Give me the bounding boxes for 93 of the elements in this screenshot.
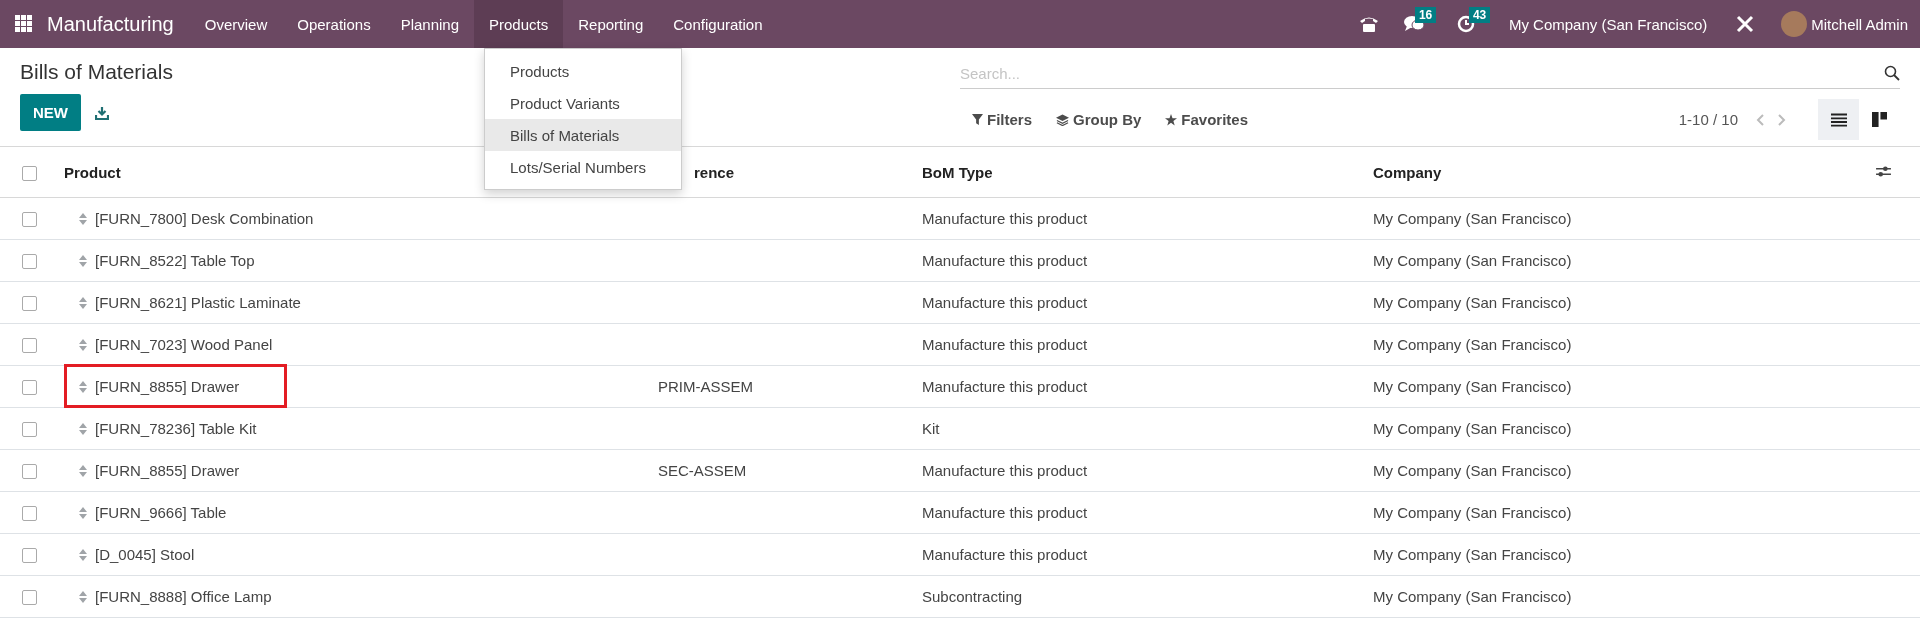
product-cell: [FURN_9666] Table — [95, 504, 227, 521]
download-icon[interactable] — [95, 105, 109, 120]
product-cell: [FURN_8855] Drawer — [95, 462, 240, 479]
message-count-badge: 16 — [1414, 7, 1437, 23]
column-header[interactable]: BoM Type — [922, 163, 993, 181]
previous-page-icon[interactable] — [1756, 113, 1764, 126]
bom-type-cell: Manufacture this product — [922, 336, 1088, 353]
company-cell: My Company (San Francisco) — [1373, 378, 1572, 395]
menu-item[interactable]: Operations — [282, 0, 386, 48]
company-switcher[interactable]: My Company (San Francisco) — [1508, 15, 1708, 33]
row-checkbox[interactable] — [22, 212, 37, 228]
row-checkbox[interactable] — [22, 464, 37, 480]
company-cell: My Company (San Francisco) — [1373, 462, 1572, 479]
row-checkbox[interactable] — [22, 338, 37, 354]
menu-item[interactable]: Overview — [189, 0, 283, 48]
bom-type-cell: Manufacture this product — [922, 210, 1088, 227]
company-cell: My Company (San Francisco) — [1373, 420, 1572, 437]
product-cell: [FURN_78236] Table Kit — [95, 420, 257, 437]
user-avatar[interactable] — [1781, 11, 1808, 37]
row-checkbox[interactable] — [22, 380, 37, 396]
drag-handle-icon[interactable] — [79, 380, 87, 393]
reference-cell: PRIM-ASSEM — [658, 378, 753, 395]
row-checkbox[interactable] — [22, 548, 37, 564]
select-all-checkbox[interactable] — [22, 165, 37, 181]
reference-cell: SEC-ASSEM — [658, 462, 747, 479]
drag-handle-icon[interactable] — [79, 548, 87, 561]
bom-type-cell: Kit — [922, 420, 940, 437]
clock-icon[interactable] — [1456, 15, 1475, 33]
menu-item[interactable]: Configuration — [658, 0, 778, 48]
breadcrumb-title: Bills of Materials — [20, 60, 173, 84]
dropdown-item[interactable]: Products — [485, 55, 682, 87]
product-cell: [FURN_8522] Table Top — [95, 252, 255, 269]
product-cell: [FURN_7023] Wood Panel — [95, 336, 273, 353]
drag-handle-icon[interactable] — [79, 464, 87, 477]
drag-handle-icon[interactable] — [79, 506, 87, 519]
group-by-button[interactable]: Group By — [1056, 111, 1142, 128]
row-checkbox[interactable] — [22, 254, 37, 270]
column-header[interactable]: Company — [1373, 163, 1442, 181]
bom-type-cell: Manufacture this product — [922, 378, 1088, 395]
favorites-button[interactable]: Favorites — [1165, 111, 1249, 128]
menu-item[interactable]: Planning — [385, 0, 475, 48]
phone-icon[interactable] — [1358, 15, 1379, 33]
dropdown-item[interactable]: Bills of Materials — [485, 119, 682, 151]
row-checkbox[interactable] — [22, 506, 37, 522]
list-icon — [1830, 112, 1847, 127]
company-cell: My Company (San Francisco) — [1373, 588, 1572, 605]
pager-value[interactable]: 1-10 / 10 — [1678, 111, 1738, 128]
drag-handle-icon[interactable] — [79, 254, 87, 267]
product-cell: [FURN_8888] Office Lamp — [95, 588, 272, 605]
drag-handle-icon[interactable] — [79, 296, 87, 309]
filters-button[interactable]: Filters — [972, 111, 1032, 128]
column-header[interactable]: Product — [64, 163, 121, 181]
product-cell: [D_0045] Stool — [95, 546, 195, 563]
list-view-button[interactable] — [1818, 99, 1859, 140]
product-cell: [FURN_8855] Drawer — [95, 378, 240, 395]
app-grid-icon[interactable] — [15, 15, 33, 33]
bom-type-cell: Manufacture this product — [922, 462, 1088, 479]
bom-type-cell: Subcontracting — [922, 588, 1023, 605]
app-name[interactable]: Manufacturing — [47, 12, 174, 36]
company-cell: My Company (San Francisco) — [1373, 252, 1572, 269]
drag-handle-icon[interactable] — [79, 338, 87, 351]
menu-item[interactable]: Reporting — [563, 0, 659, 48]
activity-count-badge: 43 — [1468, 7, 1491, 23]
dropdown-item[interactable]: Lots/Serial Numbers — [485, 151, 682, 183]
dropdown-item[interactable]: Product Variants — [485, 87, 682, 119]
company-cell: My Company (San Francisco) — [1373, 336, 1572, 353]
row-checkbox[interactable] — [22, 590, 37, 606]
drag-handle-icon[interactable] — [79, 590, 87, 603]
drag-handle-icon[interactable] — [79, 422, 87, 435]
product-cell: [FURN_8621] Plastic Laminate — [95, 294, 301, 311]
star-icon — [1165, 113, 1178, 126]
company-cell: My Company (San Francisco) — [1373, 210, 1572, 227]
column-header[interactable]: rence — [694, 163, 735, 181]
row-checkbox[interactable] — [22, 422, 37, 438]
company-cell: My Company (San Francisco) — [1373, 546, 1572, 563]
optional-columns-icon[interactable] — [1876, 164, 1891, 178]
new-button[interactable]: NEW — [20, 94, 81, 131]
kanban-icon — [1872, 112, 1887, 127]
user-name[interactable]: Mitchell Admin — [1811, 15, 1908, 33]
menu-item[interactable]: Products — [474, 0, 564, 48]
company-cell: My Company (San Francisco) — [1373, 294, 1572, 311]
row-checkbox[interactable] — [22, 296, 37, 312]
bom-type-cell: Manufacture this product — [922, 252, 1088, 269]
layers-icon — [1056, 113, 1069, 126]
drag-handle-icon[interactable] — [79, 212, 87, 225]
filter-icon — [972, 114, 983, 125]
bom-type-cell: Manufacture this product — [922, 504, 1088, 521]
product-cell: [FURN_7800] Desk Combination — [95, 210, 314, 227]
next-page-icon[interactable] — [1778, 113, 1786, 126]
search-icon[interactable] — [1884, 65, 1900, 81]
bom-type-cell: Manufacture this product — [922, 546, 1088, 563]
bom-type-cell: Manufacture this product — [922, 294, 1088, 311]
company-cell: My Company (San Francisco) — [1373, 504, 1572, 521]
